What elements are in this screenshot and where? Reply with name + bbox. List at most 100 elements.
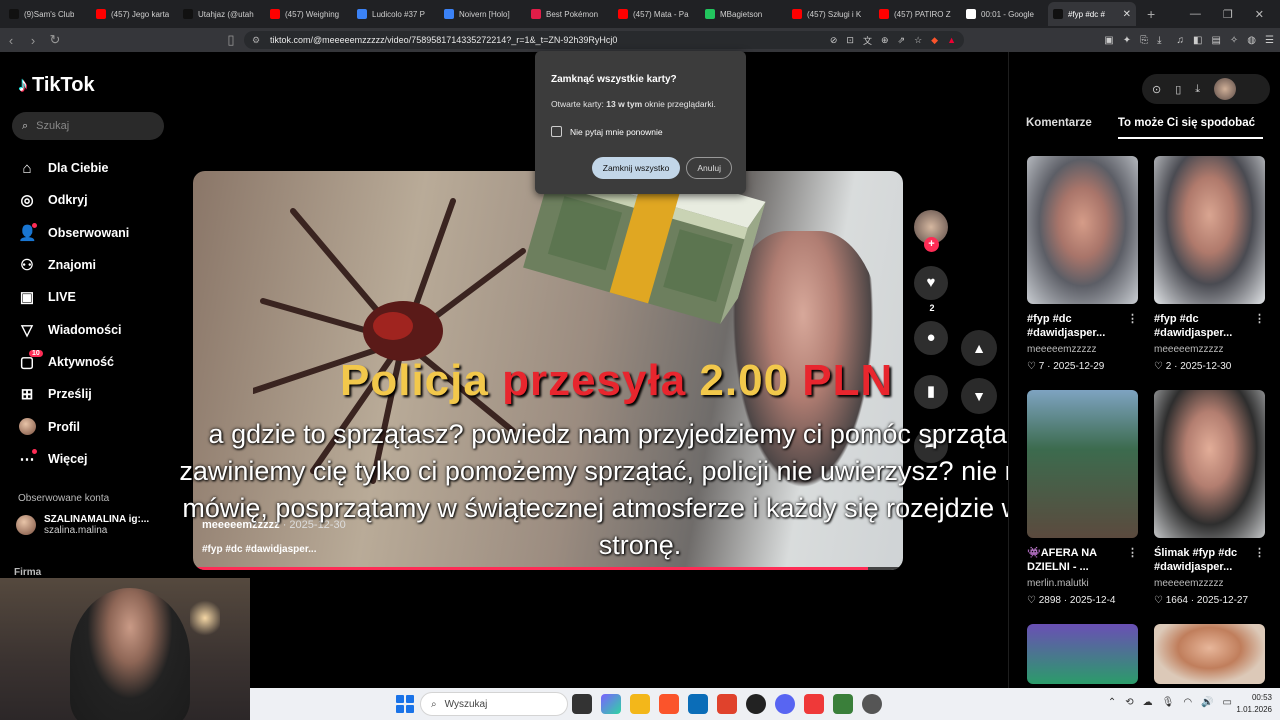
calculator-icon[interactable] (833, 694, 853, 714)
share-icon[interactable]: ⇗ (898, 35, 906, 46)
browser-tab[interactable]: #fyp #dc # ✕ (1048, 2, 1136, 26)
comment-icon[interactable]: ● (914, 321, 948, 355)
sidebar-item[interactable]: ◎ Odkryj (18, 184, 178, 216)
browser-tab[interactable]: (457) Weighing (265, 2, 351, 26)
browser-tab[interactable]: MBagietson (700, 2, 786, 26)
sidebar-item[interactable]: ▽ Wiadomości (18, 313, 178, 345)
minimize-icon[interactable]: — (1190, 8, 1201, 20)
eye-off-icon[interactable]: ⊘ (830, 35, 838, 46)
device-icon[interactable]: ▯ (1175, 83, 1181, 96)
browser-tab[interactable]: Best Pokémon (526, 2, 612, 26)
explorer-icon[interactable] (630, 694, 650, 714)
browser-tab[interactable]: 00:01 - Google (961, 2, 1047, 26)
company-section-label[interactable]: Firma (14, 567, 41, 578)
volume-icon[interactable]: 🔊 (1201, 697, 1213, 708)
sidebar-item[interactable]: 👤 Obserwowani (18, 217, 178, 249)
close-tab-icon[interactable]: ✕ (1123, 9, 1131, 20)
browser-tab[interactable]: (457) Szługi i K (787, 2, 873, 26)
vpn-icon[interactable]: ◍ (1247, 35, 1256, 46)
maximize-icon[interactable]: ❐ (1223, 8, 1233, 21)
close-window-icon[interactable]: ✕ (1255, 8, 1264, 21)
video-thumbnail[interactable] (1027, 156, 1138, 304)
checkbox-box[interactable] (551, 126, 562, 137)
chevron-up-icon[interactable]: ⌃ (1108, 697, 1116, 708)
follow-plus-icon[interactable]: + (924, 237, 939, 252)
more-options-icon[interactable]: ⋮ (1127, 546, 1138, 560)
mic-icon[interactable]: 🎙 (1162, 697, 1175, 708)
more-options-icon[interactable]: ⋮ (1254, 312, 1265, 326)
windows-start-icon[interactable] (396, 695, 414, 713)
reload-icon[interactable]: ↻ (44, 32, 66, 48)
more-options-icon[interactable]: ⋮ (1254, 546, 1265, 560)
more-options-icon[interactable]: ⋮ (1127, 312, 1138, 326)
card-author[interactable]: merlin.malutki (1027, 578, 1138, 589)
sidebar-item[interactable]: Profil (18, 410, 178, 442)
tab-comments[interactable]: Komentarze (1026, 114, 1092, 139)
chevron-down-icon[interactable]: ▼ (961, 378, 997, 414)
puzzle-icon[interactable]: ✦ (1123, 35, 1131, 46)
video-thumbnail[interactable] (1027, 390, 1138, 538)
settings-icon[interactable] (862, 694, 882, 714)
heart-icon[interactable]: ♥ (914, 266, 948, 300)
card-author[interactable]: meeeeemzzzzz (1027, 344, 1138, 355)
card-author[interactable]: meeeeemzzzzz (1154, 578, 1265, 589)
video-thumbnail[interactable] (1027, 624, 1138, 684)
browser-tab[interactable]: (9)Sam's Club (4, 2, 90, 26)
user-avatar[interactable] (1214, 78, 1237, 100)
video-thumbnail[interactable] (1154, 156, 1265, 304)
screenshot-icon[interactable]: ⎘ (1140, 35, 1148, 46)
video-card[interactable]: Ślimak #fyp #dc #dawidjasper... ⋮ meeeeemz… (1154, 390, 1265, 624)
sidebar-icon[interactable]: ◧ (1193, 35, 1202, 46)
coin-icon[interactable]: ⊙ (1152, 83, 1161, 96)
task-view-icon[interactable] (572, 694, 592, 714)
video-progress[interactable] (193, 567, 903, 570)
bookmark-icon[interactable]: ▯ (220, 32, 242, 48)
back-icon[interactable]: ‹ (0, 33, 22, 48)
tiktok-logo[interactable]: ♪ TikTok (18, 74, 95, 97)
browser-tab[interactable]: Noivern [Holo] (439, 2, 525, 26)
sidebar-item[interactable]: ▢ Aktywność 10 (18, 346, 178, 378)
search-input[interactable]: ⌕ Szukaj (12, 112, 164, 140)
menu-icon[interactable]: ☰ (1265, 35, 1274, 46)
url-bar[interactable]: ⚙ tiktok.com/@meeeeemzzzzz/video/7589581… (244, 31, 964, 49)
obs-icon[interactable] (746, 694, 766, 714)
browser-tab[interactable]: (457) PATIRO Z (874, 2, 960, 26)
network-sync-icon[interactable]: ⟲ (1125, 697, 1133, 708)
vivaldi-icon[interactable] (804, 694, 824, 714)
clock[interactable]: 00:53 1.01.2026 (1236, 692, 1272, 716)
brave-beta-icon[interactable] (717, 694, 737, 714)
video-thumbnail[interactable] (1154, 390, 1265, 538)
new-tab-icon[interactable]: + (1147, 6, 1155, 22)
bookmark-video-icon[interactable]: ▮ (914, 375, 948, 409)
dont-ask-checkbox[interactable]: Nie pytaj mnie ponownie (551, 126, 730, 137)
zoom-icon[interactable]: ⊕ (881, 35, 889, 46)
video-card[interactable]: #fyp #dc #dawidjasper... ⋮ meeeeemzzzzz ♡ 2… (1154, 156, 1265, 390)
copilot-icon[interactable] (601, 694, 621, 714)
sidebar-item[interactable]: ⊞ Prześlij (18, 378, 178, 410)
download-app-icon[interactable]: ⤓ (1195, 83, 1200, 96)
brave-rewards-icon[interactable]: ▲ (947, 35, 956, 45)
wallet-icon[interactable]: ▤ (1211, 35, 1220, 46)
extension-icon[interactable]: ▣ (1104, 35, 1113, 46)
video-thumbnail[interactable] (1154, 624, 1265, 684)
battery-icon[interactable]: ▭ (1223, 697, 1232, 708)
browser-tab[interactable]: (457) Mata - Pa (613, 2, 699, 26)
sidebar-item[interactable]: ▣ LIVE (18, 281, 178, 313)
browser-tab[interactable]: Utahjaz (@utah (178, 2, 264, 26)
browser-tab[interactable]: (457) Jego karta (91, 2, 177, 26)
followed-account[interactable]: SZALINAMALINA ig:... szalina.malina (16, 514, 149, 536)
video-card[interactable]: 👾AFERA NA DZIELNI - ... ⋮ merlin.malutki ♡ … (1027, 390, 1138, 624)
sidebar-item[interactable]: ⋯ Więcej (18, 443, 178, 475)
cancel-button[interactable]: Anuluj (686, 157, 732, 179)
video-card[interactable]: #fyp #dc #dawidjasper... ⋮ meeeeemzzzzz ♡ 7… (1027, 156, 1138, 390)
tab-recommended[interactable]: To może Ci się spodobać (1117, 114, 1263, 139)
download-icon[interactable]: ⤓ (1157, 35, 1161, 46)
taskbar-search[interactable]: ⌕ Wyszukaj (420, 692, 568, 716)
sidebar-item[interactable]: ⌂ Dla Ciebie (18, 152, 178, 184)
wifi-icon[interactable]: ◠ (1183, 697, 1192, 708)
sidebar-item[interactable]: ⚇ Znajomi (18, 249, 178, 281)
creator-avatar[interactable]: + (914, 210, 948, 252)
chevron-up-icon[interactable]: ▲ (961, 330, 997, 366)
install-icon[interactable]: ⊡ (846, 35, 854, 46)
brave-shield-icon[interactable]: ◆ (931, 35, 938, 46)
